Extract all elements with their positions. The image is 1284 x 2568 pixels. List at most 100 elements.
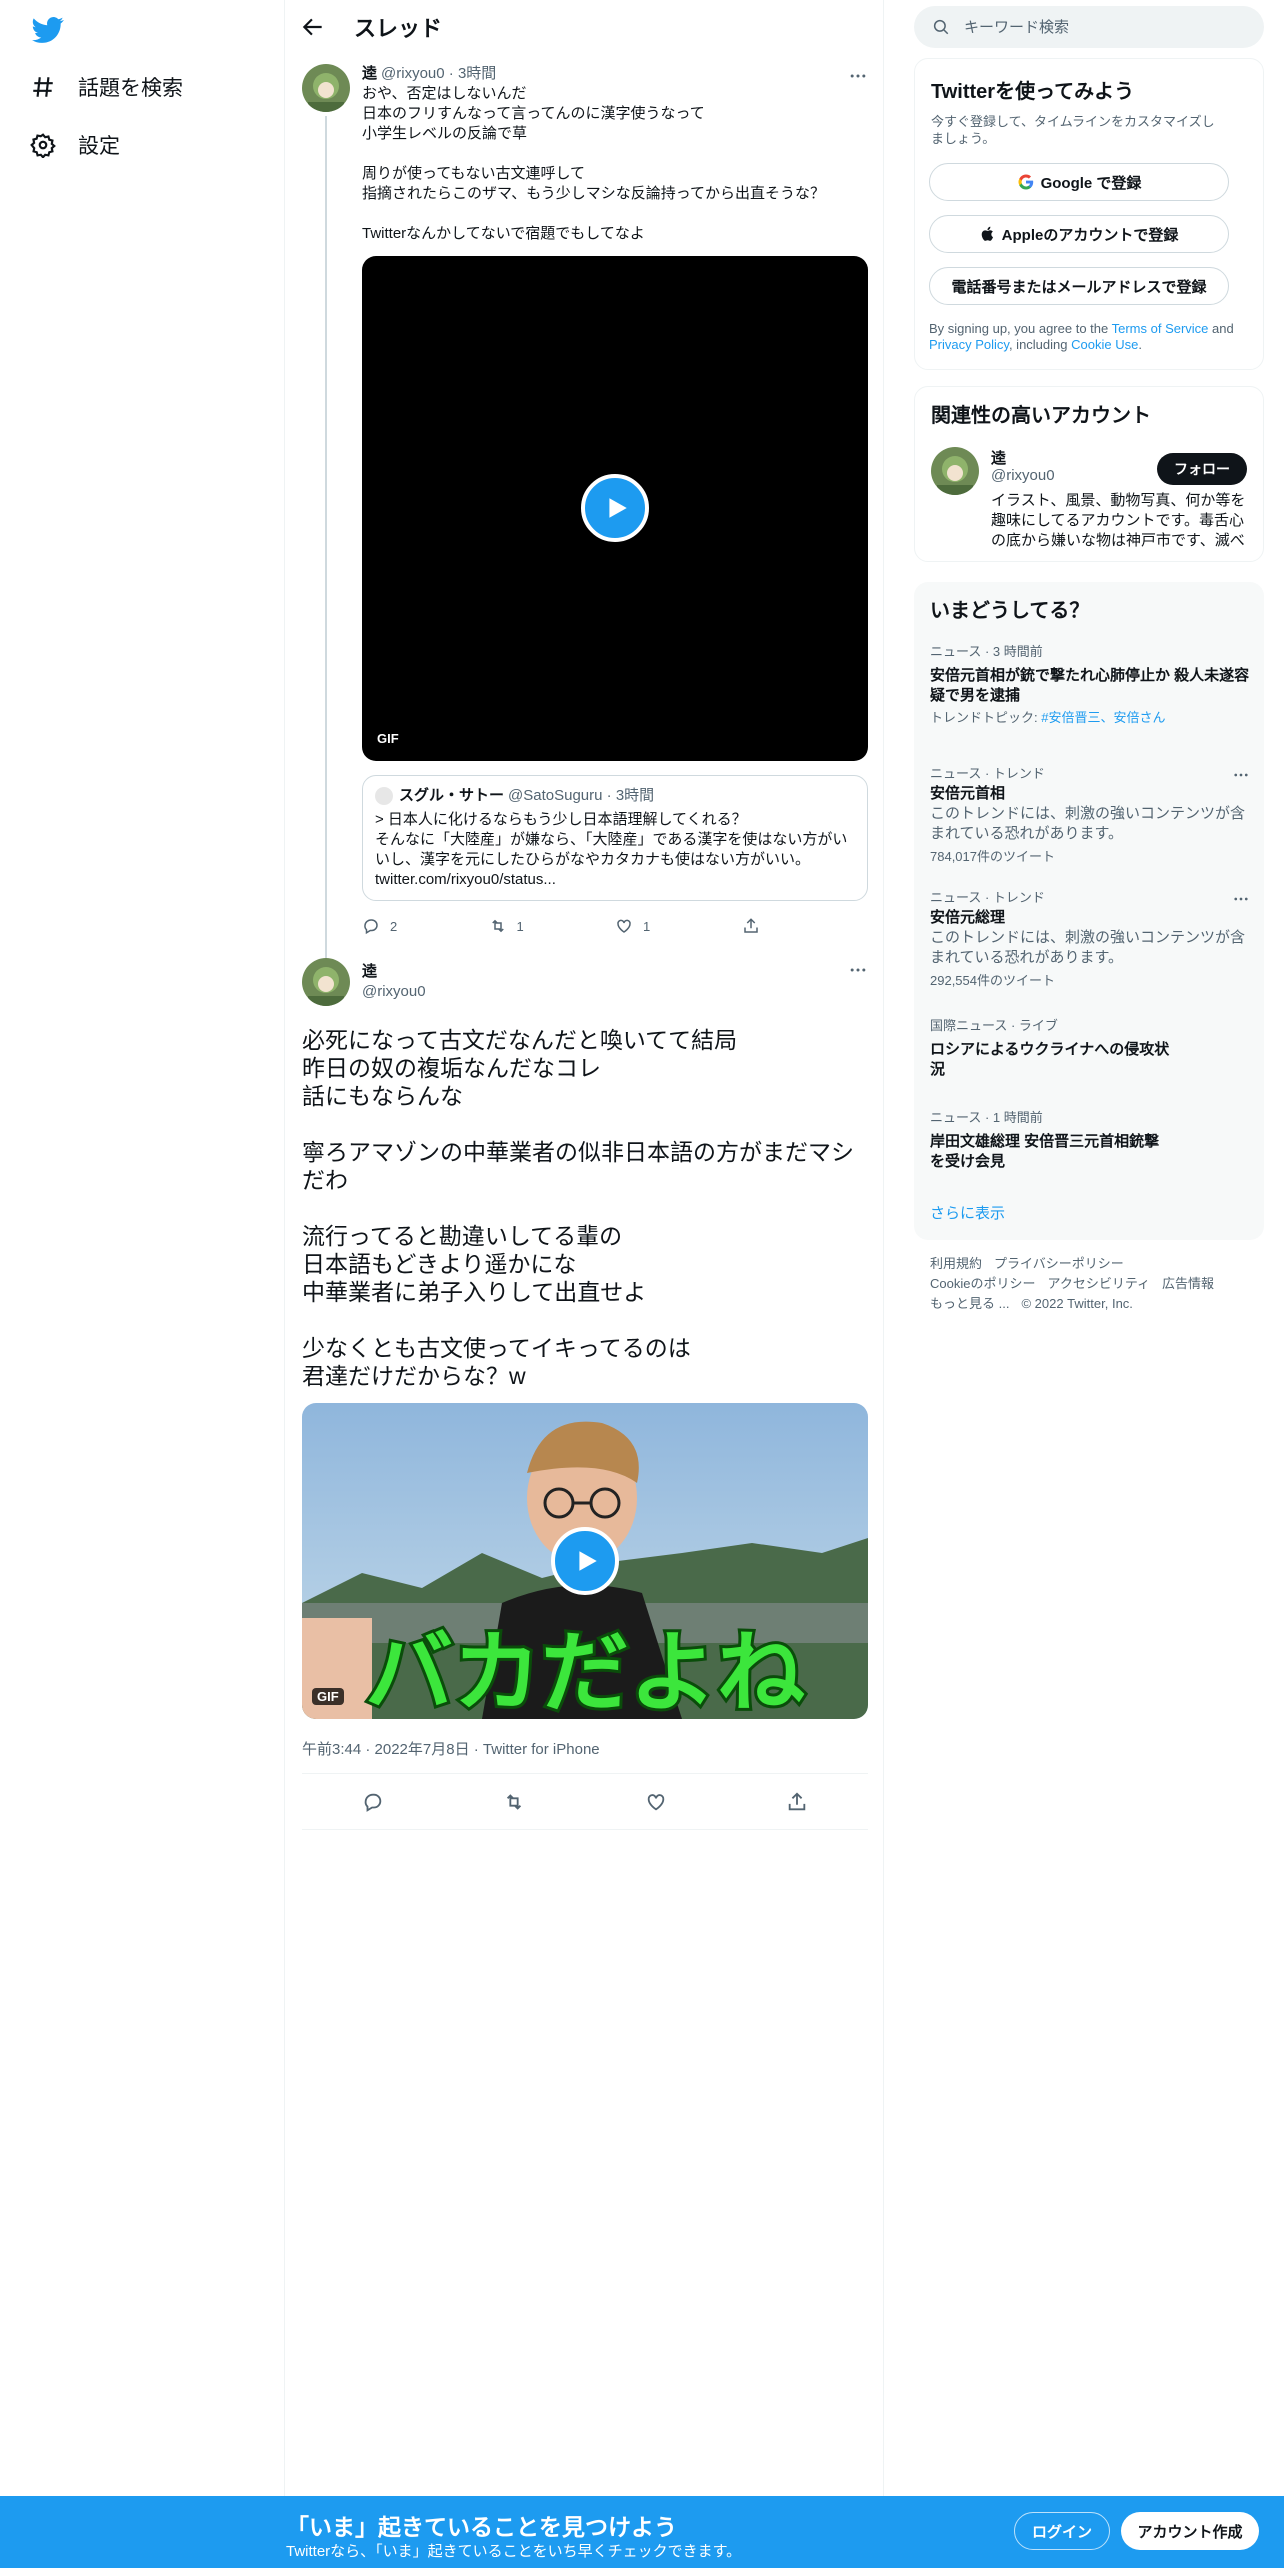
trend-topic: トレンドトピック: #安倍晋三、安倍さん	[930, 710, 1250, 726]
show-more-link[interactable]: さらに表示	[930, 1202, 1005, 1223]
trend-item[interactable]: 国際ニュース · ライブ ロシアによるウクライナへの侵攻状況	[930, 1018, 1250, 1080]
reply-count: 2	[390, 918, 398, 934]
trend-category: ニュース · トレンド	[930, 890, 1045, 905]
footer-link[interactable]: Cookieのポリシー	[930, 1276, 1035, 1291]
tweet-time[interactable]: 3時間	[458, 64, 496, 84]
terms-link[interactable]: Terms of Service	[1112, 321, 1209, 336]
share-icon[interactable]	[786, 1791, 808, 1813]
like-button[interactable]: 1	[615, 917, 742, 935]
play-button[interactable]	[581, 474, 649, 542]
main-column: スレッド 逵 @rixyou0 · 3時間 おや、否定はしないんだ 日本のフリす…	[286, 0, 884, 2496]
avatar[interactable]	[931, 447, 979, 495]
trend-item[interactable]: ニュース · 1 時間前 岸田文雄総理 安倍晋三元首相銃撃を受け会見	[930, 1110, 1250, 1172]
signup-title: Twitterを使ってみよう	[931, 81, 1135, 103]
retweet-icon[interactable]	[503, 1791, 525, 1813]
trend-item[interactable]: ニュース · トレンド 安倍元首相 このトレンドには、刺激の強いコンテンツが含ま…	[930, 766, 1250, 865]
more-icon[interactable]	[1232, 890, 1250, 908]
thread-line	[325, 116, 327, 996]
related-accounts-card: 関連性の高いアカウント 逵 @rixyou0 フォロー イラスト、風景、動物写真…	[914, 386, 1264, 562]
google-signup-button[interactable]: Google で登録	[929, 163, 1229, 201]
cookie-link[interactable]: Cookie Use	[1071, 337, 1138, 352]
nav-settings[interactable]: 設定	[30, 130, 120, 160]
reply-button[interactable]: 2	[362, 917, 489, 935]
play-icon	[579, 1551, 597, 1571]
tweet-text: 必死になって古文だなんだと喚いてて結局 昨日の奴の複垢なんだなコレ 話にもならん…	[302, 1027, 854, 1389]
nav-explore-label: 話題を検索	[78, 77, 183, 100]
trend-title: ロシアによるウクライナへの侵攻状況	[930, 1041, 1170, 1078]
related-name[interactable]: 逵	[991, 447, 1006, 468]
related-bio: イラスト、風景、動物写真、何か等を趣味にしてるアカウントです。毒舌心の底から嫌い…	[991, 492, 1246, 549]
retweet-count: 1	[516, 918, 524, 934]
footer-link[interactable]: もっと見る ...	[930, 1296, 1009, 1311]
trend-category: 国際ニュース · ライブ	[930, 1018, 1058, 1033]
trend-description: このトレンドには、刺激の強いコンテンツが含まれている恐れがあります。	[930, 805, 1246, 842]
more-icon[interactable]	[848, 960, 868, 980]
share-button[interactable]	[742, 917, 869, 935]
phone-email-signup-button[interactable]: 電話番号またはメールアドレスで登録	[929, 267, 1229, 305]
like-count: 1	[643, 918, 651, 934]
legal-text: By signing up, you agree to the	[929, 321, 1112, 336]
author-handle[interactable]: @rixyou0	[381, 64, 445, 84]
thread-header: スレッド	[286, 0, 883, 54]
prompt-title: 「いま」起きていることを見つけよう	[286, 2514, 677, 2540]
play-icon	[609, 498, 627, 518]
gif-caption: バカだよね	[365, 1621, 805, 1719]
retweet-icon	[491, 919, 504, 933]
footer-link[interactable]: 広告情報	[1162, 1276, 1214, 1291]
apple-signup-button[interactable]: Appleのアカウントで登録	[929, 215, 1229, 253]
legal-text: and	[1208, 321, 1234, 336]
signup-subtitle: 今すぐ登録して、タイムラインをカスタマイズしましょう。	[931, 114, 1215, 146]
author-name[interactable]: 逵	[362, 64, 377, 84]
footer-link[interactable]: アクセシビリティ	[1047, 1276, 1150, 1291]
back-arrow-icon[interactable]	[300, 14, 326, 40]
gif-player[interactable]: GIF	[362, 256, 868, 761]
tweet-meta: 逵 @rixyou0 · 3時間	[362, 64, 497, 84]
tweet-timestamp[interactable]: 午前3:44 · 2022年7月8日 · Twitter for iPhone	[302, 1738, 600, 1759]
signup-card: Twitterを使ってみよう 今すぐ登録して、タイムラインをカスタマイズしましょ…	[914, 58, 1264, 370]
footer-link[interactable]: プライバシーポリシー	[994, 1256, 1124, 1271]
tweet-text: おや、否定はしないんだ 日本のフリすんなって言ってんのに漢字使うなって 小学生レ…	[362, 85, 826, 242]
signup-legal: By signing up, you agree to the Terms of…	[929, 321, 1249, 353]
search-box[interactable]	[914, 6, 1264, 48]
trend-category: ニュース · 1 時間前	[930, 1110, 1043, 1125]
trend-title: 安倍元首相	[930, 785, 1006, 802]
legal-text: , including	[1008, 337, 1072, 352]
reply-icon[interactable]	[362, 1791, 384, 1813]
retweet-button[interactable]: 1	[489, 917, 616, 935]
author-handle[interactable]: @rixyou0	[362, 982, 426, 1002]
footer-link[interactable]: 利用規約	[930, 1256, 982, 1271]
avatar[interactable]	[302, 958, 350, 1006]
play-button[interactable]	[551, 1527, 619, 1595]
trend-title: 安倍元首相が銃で撃たれ心肺停止か 殺人未遂容疑で男を逮捕	[930, 667, 1250, 704]
more-icon[interactable]	[1232, 766, 1250, 784]
login-button[interactable]: ログイン	[1014, 2512, 1110, 2550]
gif-player[interactable]: バカだよね GIF	[302, 1403, 868, 1719]
signup-button[interactable]: アカウント作成	[1121, 2512, 1259, 2550]
trend-item[interactable]: ニュース · 3 時間前 安倍元首相が銃で撃たれ心肺停止か 殺人未遂容疑で男を逮…	[930, 644, 1250, 726]
quote-avatar	[375, 787, 393, 805]
apple-icon	[981, 226, 993, 241]
privacy-link[interactable]: Privacy Policy	[929, 337, 1009, 352]
nav-explore[interactable]: 話題を検索	[30, 72, 183, 102]
tweet-actions: 2 1 1	[362, 911, 868, 941]
related-title: 関連性の高いアカウント	[931, 405, 1151, 427]
trend-item[interactable]: ニュース · トレンド 安倍元総理 このトレンドには、刺激の強いコンテンツが含ま…	[930, 890, 1250, 989]
trend-count: 292,554件のツイート	[930, 973, 1055, 988]
trends-card: いまどうしてる？ ニュース · 3 時間前 安倍元首相が銃で撃たれ心肺停止か 殺…	[914, 582, 1264, 1240]
avatar[interactable]	[302, 64, 350, 112]
apple-signup-label: Appleのアカウントで登録	[1001, 226, 1179, 244]
author-name[interactable]: 逵	[362, 962, 426, 982]
heart-icon	[617, 919, 631, 933]
follow-button[interactable]: フォロー	[1157, 453, 1247, 485]
quoted-tweet[interactable]: スグル・サトー @SatoSuguru · 3時間 > 日本人に化けるならもう少…	[362, 775, 868, 901]
search-input[interactable]	[964, 18, 1244, 36]
quote-time: 3時間	[615, 787, 655, 804]
twitter-logo-icon[interactable]	[30, 14, 66, 46]
more-icon[interactable]	[848, 66, 868, 86]
nav-settings-label: 設定	[78, 135, 120, 158]
related-handle[interactable]: @rixyou0	[991, 467, 1055, 484]
trend-topic-links[interactable]: #安倍晋三、安倍さん	[1041, 710, 1165, 725]
gif-badge: GIF	[377, 731, 399, 746]
google-signup-label: Google で登録	[1040, 174, 1142, 192]
heart-icon[interactable]	[645, 1791, 667, 1813]
